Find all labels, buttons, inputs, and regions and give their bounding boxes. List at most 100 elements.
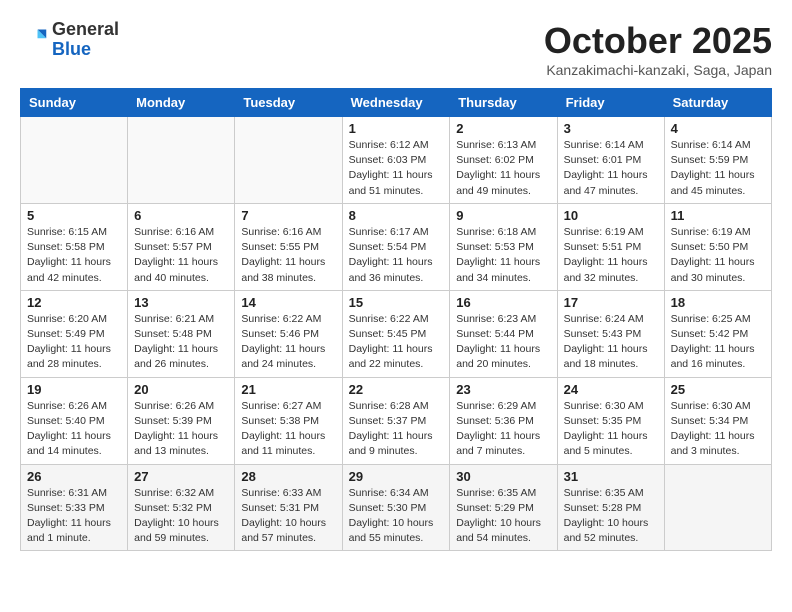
calendar-cell: 10 Sunrise: 6:19 AM Sunset: 5:51 PM Dayli… [557,203,664,290]
calendar-week-2: 5Sunrise: 6:15 AM Sunset: 5:58 PM Daylig… [21,203,772,290]
weekday-header-wednesday: Wednesday [342,89,450,117]
calendar-cell: 5Sunrise: 6:15 AM Sunset: 5:58 PM Daylig… [21,203,128,290]
day-number: 8 [349,208,444,223]
page-header: General Blue October 2025 Kanzakimachi-k… [20,20,772,78]
logo-icon [20,26,48,54]
weekday-header-tuesday: Tuesday [235,89,342,117]
calendar-title: October 2025 [544,20,772,62]
day-number: 11 [671,208,765,223]
logo-text: General Blue [52,20,119,60]
calendar-cell: 17 Sunrise: 6:24 AM Sunset: 5:43 PM Dayli… [557,290,664,377]
day-number: 27 [134,469,228,484]
weekday-header-saturday: Saturday [664,89,771,117]
calendar-week-3: 12Sunrise: 6:20 AM Sunset: 5:49 PM Dayli… [21,290,772,377]
day-info: Sunrise: 6:16 AM Sunset: 5:57 PM Dayligh… [134,225,228,286]
calendar-cell: 31 Sunrise: 6:35 AM Sunset: 5:28 PM Dayli… [557,464,664,551]
calendar-cell: 26 Sunrise: 6:31 AM Sunset: 5:33 PM Dayli… [21,464,128,551]
logo-general: General [52,20,119,40]
day-number: 30 [456,469,550,484]
calendar-week-4: 19 Sunrise: 6:26 AM Sunset: 5:40 PM Dayli… [21,377,772,464]
day-info: Sunrise: 6:35 AM Sunset: 5:29 PM Dayligh… [456,486,550,547]
day-number: 6 [134,208,228,223]
day-number: 18 [671,295,765,310]
weekday-header-monday: Monday [128,89,235,117]
day-number: 31 [564,469,658,484]
weekday-header-sunday: Sunday [21,89,128,117]
day-info: Sunrise: 6:31 AM Sunset: 5:33 PM Dayligh… [27,486,121,547]
calendar-cell: 21Sunrise: 6:27 AM Sunset: 5:38 PM Dayli… [235,377,342,464]
calendar-cell [235,117,342,204]
day-number: 29 [349,469,444,484]
day-number: 9 [456,208,550,223]
day-number: 17 [564,295,658,310]
day-number: 20 [134,382,228,397]
day-number: 1 [349,121,444,136]
day-number: 26 [27,469,121,484]
calendar-cell: 28 Sunrise: 6:33 AM Sunset: 5:31 PM Dayli… [235,464,342,551]
day-number: 21 [241,382,335,397]
calendar-cell: 6 Sunrise: 6:16 AM Sunset: 5:57 PM Daylig… [128,203,235,290]
day-info: Sunrise: 6:14 AM Sunset: 6:01 PM Dayligh… [564,138,658,199]
calendar-cell: 3 Sunrise: 6:14 AM Sunset: 6:01 PM Daylig… [557,117,664,204]
day-number: 15 [349,295,444,310]
calendar-cell: 13 Sunrise: 6:21 AM Sunset: 5:48 PM Dayli… [128,290,235,377]
day-info: Sunrise: 6:25 AM Sunset: 5:42 PM Dayligh… [671,312,765,373]
day-number: 2 [456,121,550,136]
day-info: Sunrise: 6:20 AM Sunset: 5:49 PM Dayligh… [27,312,121,373]
day-info: Sunrise: 6:29 AM Sunset: 5:36 PM Dayligh… [456,399,550,460]
day-number: 16 [456,295,550,310]
calendar-cell: 11Sunrise: 6:19 AM Sunset: 5:50 PM Dayli… [664,203,771,290]
day-number: 23 [456,382,550,397]
day-info: Sunrise: 6:19 AM Sunset: 5:51 PM Dayligh… [564,225,658,286]
calendar-cell: 27Sunrise: 6:32 AM Sunset: 5:32 PM Dayli… [128,464,235,551]
calendar-cell [664,464,771,551]
calendar-cell: 7Sunrise: 6:16 AM Sunset: 5:55 PM Daylig… [235,203,342,290]
weekday-header-row: SundayMondayTuesdayWednesdayThursdayFrid… [21,89,772,117]
calendar-cell: 24 Sunrise: 6:30 AM Sunset: 5:35 PM Dayli… [557,377,664,464]
day-number: 10 [564,208,658,223]
day-info: Sunrise: 6:30 AM Sunset: 5:35 PM Dayligh… [564,399,658,460]
day-info: Sunrise: 6:30 AM Sunset: 5:34 PM Dayligh… [671,399,765,460]
calendar-cell: 12Sunrise: 6:20 AM Sunset: 5:49 PM Dayli… [21,290,128,377]
calendar-cell: 19 Sunrise: 6:26 AM Sunset: 5:40 PM Dayli… [21,377,128,464]
day-info: Sunrise: 6:28 AM Sunset: 5:37 PM Dayligh… [349,399,444,460]
day-info: Sunrise: 6:35 AM Sunset: 5:28 PM Dayligh… [564,486,658,547]
calendar-cell: 30 Sunrise: 6:35 AM Sunset: 5:29 PM Dayli… [450,464,557,551]
day-info: Sunrise: 6:18 AM Sunset: 5:53 PM Dayligh… [456,225,550,286]
day-info: Sunrise: 6:26 AM Sunset: 5:39 PM Dayligh… [134,399,228,460]
day-number: 7 [241,208,335,223]
calendar-cell: 14 Sunrise: 6:22 AM Sunset: 5:46 PM Dayli… [235,290,342,377]
day-number: 14 [241,295,335,310]
day-number: 22 [349,382,444,397]
calendar-week-1: 1 Sunrise: 6:12 AM Sunset: 6:03 PM Daylig… [21,117,772,204]
day-info: Sunrise: 6:12 AM Sunset: 6:03 PM Dayligh… [349,138,444,199]
weekday-header-thursday: Thursday [450,89,557,117]
day-info: Sunrise: 6:26 AM Sunset: 5:40 PM Dayligh… [27,399,121,460]
calendar-cell: 2 Sunrise: 6:13 AM Sunset: 6:02 PM Daylig… [450,117,557,204]
calendar-cell: 18 Sunrise: 6:25 AM Sunset: 5:42 PM Dayli… [664,290,771,377]
logo: General Blue [20,20,119,60]
day-info: Sunrise: 6:14 AM Sunset: 5:59 PM Dayligh… [671,138,765,199]
calendar-table: SundayMondayTuesdayWednesdayThursdayFrid… [20,88,772,551]
calendar-cell: 20 Sunrise: 6:26 AM Sunset: 5:39 PM Dayli… [128,377,235,464]
day-info: Sunrise: 6:13 AM Sunset: 6:02 PM Dayligh… [456,138,550,199]
day-number: 13 [134,295,228,310]
day-info: Sunrise: 6:24 AM Sunset: 5:43 PM Dayligh… [564,312,658,373]
day-number: 3 [564,121,658,136]
day-info: Sunrise: 6:23 AM Sunset: 5:44 PM Dayligh… [456,312,550,373]
day-info: Sunrise: 6:22 AM Sunset: 5:46 PM Dayligh… [241,312,335,373]
day-info: Sunrise: 6:21 AM Sunset: 5:48 PM Dayligh… [134,312,228,373]
calendar-cell: 22 Sunrise: 6:28 AM Sunset: 5:37 PM Dayli… [342,377,450,464]
day-number: 24 [564,382,658,397]
day-info: Sunrise: 6:33 AM Sunset: 5:31 PM Dayligh… [241,486,335,547]
day-number: 28 [241,469,335,484]
day-number: 4 [671,121,765,136]
calendar-week-5: 26 Sunrise: 6:31 AM Sunset: 5:33 PM Dayli… [21,464,772,551]
day-info: Sunrise: 6:15 AM Sunset: 5:58 PM Dayligh… [27,225,121,286]
day-number: 25 [671,382,765,397]
calendar-cell [21,117,128,204]
calendar-subtitle: Kanzakimachi-kanzaki, Saga, Japan [544,62,772,78]
calendar-cell [128,117,235,204]
day-info: Sunrise: 6:17 AM Sunset: 5:54 PM Dayligh… [349,225,444,286]
day-number: 19 [27,382,121,397]
